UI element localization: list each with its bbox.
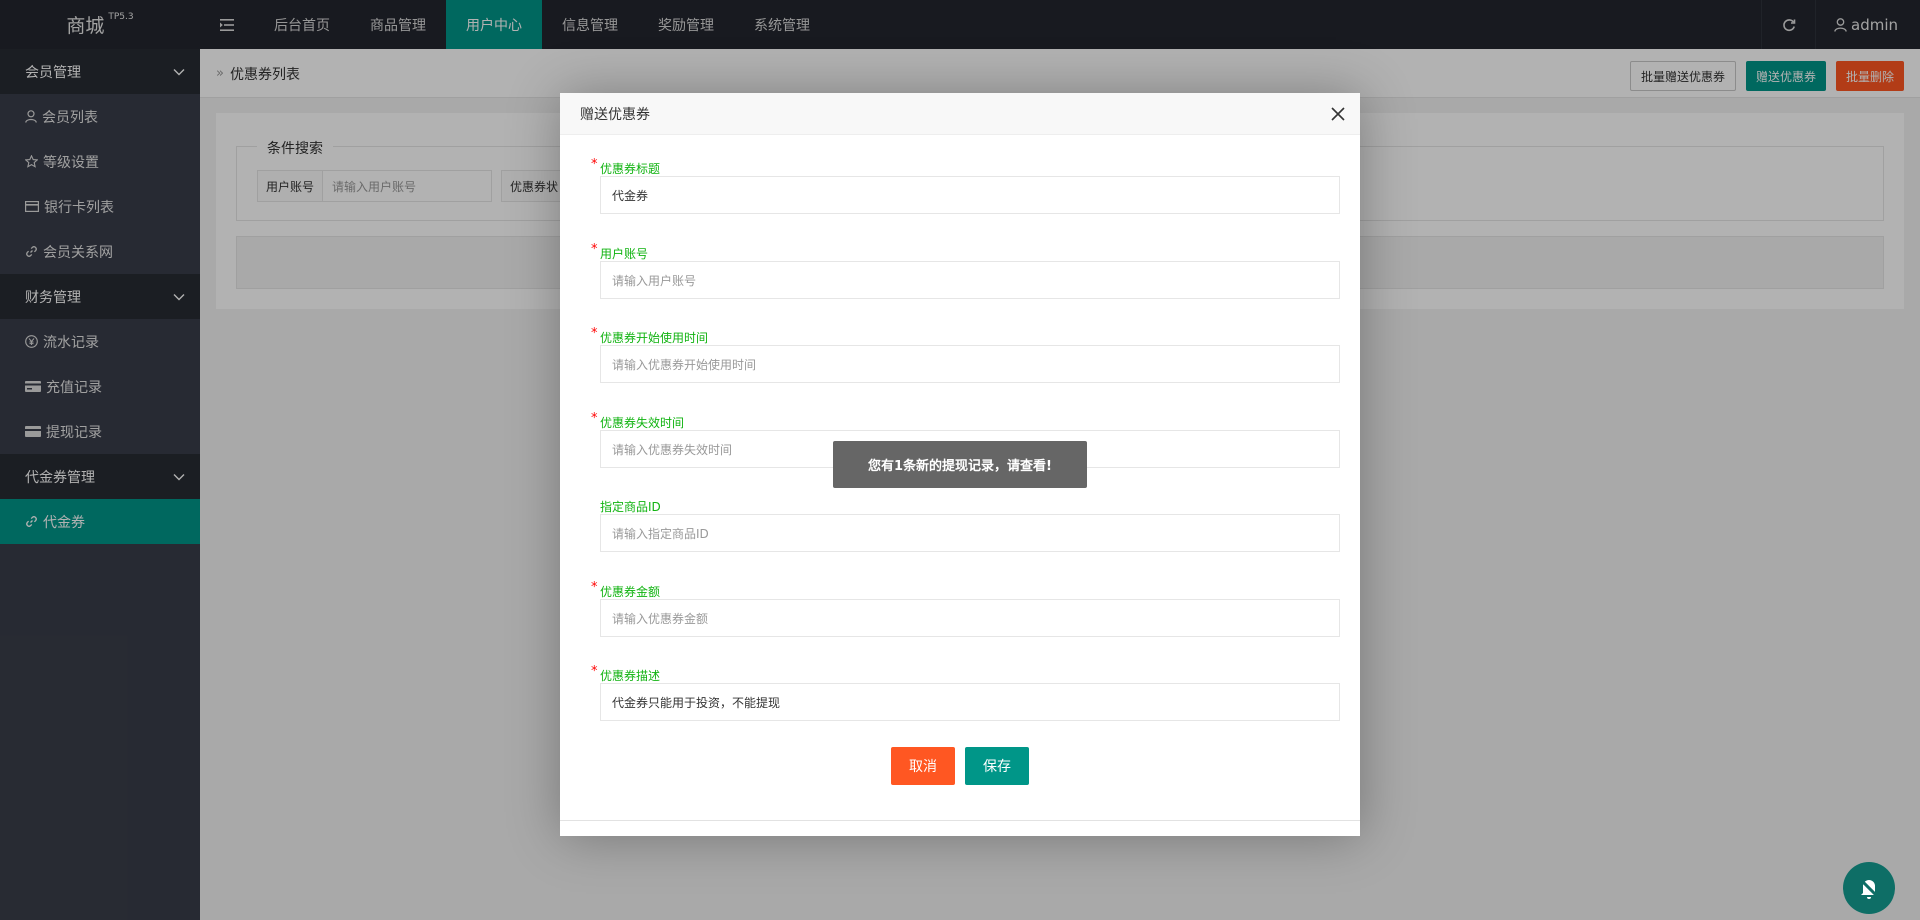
user-account-input[interactable]: 请输入用户账号: [600, 261, 1340, 299]
required-mark: *: [591, 411, 598, 426]
dialog-divider: [560, 820, 1360, 821]
start-time-input[interactable]: 请输入优惠券开始使用时间: [600, 345, 1340, 383]
required-mark: *: [591, 157, 598, 172]
description-input[interactable]: 代金券只能用于投资，不能提现: [600, 683, 1340, 721]
required-mark: *: [591, 664, 598, 679]
field-label: * 优惠券金额: [591, 580, 661, 599]
dialog-actions: 取消 保存: [560, 747, 1360, 785]
field-label: 指定商品ID: [600, 500, 661, 514]
required-mark: *: [591, 242, 598, 257]
field-label: * 优惠券标题: [591, 157, 661, 176]
field-label: * 用户账号: [591, 242, 649, 261]
cancel-button[interactable]: 取消: [891, 747, 955, 785]
field-label: * 优惠券失效时间: [591, 411, 685, 430]
field-label: * 优惠券描述: [591, 664, 661, 683]
field-label: * 优惠券开始使用时间: [591, 326, 709, 345]
close-button[interactable]: [1330, 106, 1346, 122]
required-mark: *: [591, 326, 598, 341]
bell-off-icon: [1858, 877, 1880, 899]
product-id-input[interactable]: 请输入指定商品ID: [600, 514, 1340, 552]
amount-input[interactable]: 请输入优惠券金额: [600, 599, 1340, 637]
required-mark: *: [591, 580, 598, 595]
dialog-title: 赠送优惠券: [560, 93, 1360, 135]
notification-float-button[interactable]: [1843, 862, 1895, 914]
save-button[interactable]: 保存: [965, 747, 1029, 785]
notification-toast: 您有1条新的提现记录，请查看!: [833, 441, 1087, 488]
close-icon: [1331, 107, 1345, 121]
coupon-title-input[interactable]: 代金券: [600, 176, 1340, 214]
